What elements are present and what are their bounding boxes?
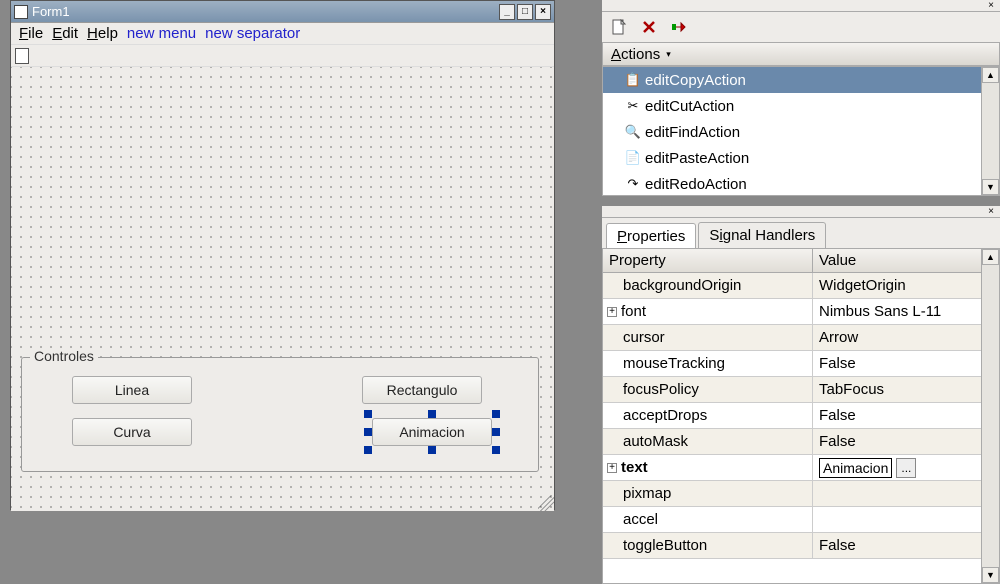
property-row[interactable]: toggleButton False bbox=[603, 533, 999, 559]
action-item[interactable]: 📄editPasteAction bbox=[603, 145, 999, 171]
property-name: focusPolicy bbox=[623, 381, 699, 398]
action-item[interactable]: ✂editCutAction bbox=[603, 93, 999, 119]
resize-grip[interactable] bbox=[538, 495, 554, 511]
expand-icon[interactable]: + bbox=[607, 307, 617, 317]
tab-signal-handlers[interactable]: Signal Handlers bbox=[698, 222, 826, 248]
scroll-down-button[interactable]: ▼ bbox=[982, 567, 999, 583]
property-name: font bbox=[621, 303, 646, 320]
minimize-button[interactable]: _ bbox=[499, 4, 515, 20]
property-value-input[interactable]: Animacion bbox=[819, 458, 892, 478]
property-value: False bbox=[819, 407, 856, 424]
new-separator-placeholder[interactable]: new separator bbox=[202, 25, 303, 42]
property-name: mouseTracking bbox=[623, 355, 725, 372]
scrollbar[interactable]: ▲ ▼ bbox=[981, 249, 999, 583]
form-canvas[interactable]: Controles Linea Curva Rectangulo Animaci… bbox=[11, 67, 554, 511]
maximize-button[interactable]: □ bbox=[517, 4, 533, 20]
action-label: editRedoAction bbox=[645, 176, 747, 193]
property-grid: Property Value backgroundOrigin WidgetOri… bbox=[602, 248, 1000, 584]
action-icon: 🔍 bbox=[625, 124, 641, 140]
props-panel-header: × bbox=[602, 206, 1000, 218]
property-value: False bbox=[819, 433, 856, 450]
close-icon[interactable]: × bbox=[986, 207, 996, 217]
window-icon bbox=[14, 5, 28, 19]
action-icon: ✂ bbox=[625, 98, 641, 114]
property-row[interactable]: pixmap bbox=[603, 481, 999, 507]
connect-action-icon[interactable] bbox=[670, 18, 688, 36]
property-name: backgroundOrigin bbox=[623, 277, 741, 294]
action-item[interactable]: 📋editCopyAction bbox=[603, 67, 999, 93]
property-value: False bbox=[819, 355, 856, 372]
actions-panel-header: × bbox=[602, 0, 1000, 12]
actions-list: 📋editCopyAction✂editCutAction🔍editFindAc… bbox=[602, 66, 1000, 196]
property-name: text bbox=[621, 459, 648, 476]
action-label: editFindAction bbox=[645, 124, 740, 141]
property-name: acceptDrops bbox=[623, 407, 707, 424]
property-name: toggleButton bbox=[623, 537, 707, 554]
window-title: Form1 bbox=[32, 4, 70, 19]
button-rectangulo[interactable]: Rectangulo bbox=[362, 376, 482, 404]
new-action-icon[interactable] bbox=[610, 18, 628, 36]
action-item[interactable]: 🔍editFindAction bbox=[603, 119, 999, 145]
property-row[interactable]: + font Nimbus Sans L-11 bbox=[603, 299, 999, 325]
property-name: pixmap bbox=[623, 485, 671, 502]
button-curva[interactable]: Curva bbox=[72, 418, 192, 446]
property-row[interactable]: acceptDrops False bbox=[603, 403, 999, 429]
property-tabs: Properties Signal Handlers bbox=[602, 218, 1000, 248]
actions-header[interactable]: Actions ▾ bbox=[602, 42, 1000, 66]
right-panel: × Actions ▾ 📋editCopyAction✂editCutActio… bbox=[602, 0, 1000, 584]
action-icon: 📄 bbox=[625, 150, 641, 166]
action-label: editCopyAction bbox=[645, 72, 746, 89]
ellipsis-button[interactable]: ... bbox=[896, 458, 916, 478]
scroll-up-button[interactable]: ▲ bbox=[982, 249, 999, 265]
menu-help[interactable]: Help bbox=[84, 25, 121, 42]
controls-groupbox[interactable]: Controles Linea Curva Rectangulo Animaci… bbox=[21, 357, 539, 472]
menubar: File Edit Help new menu new separator bbox=[11, 23, 554, 45]
property-name: cursor bbox=[623, 329, 665, 346]
action-label: editPasteAction bbox=[645, 150, 749, 167]
actions-toolbar bbox=[602, 12, 1000, 42]
property-value: TabFocus bbox=[819, 381, 884, 398]
property-value: False bbox=[819, 537, 856, 554]
new-menu-placeholder[interactable]: new menu bbox=[124, 25, 199, 42]
property-name: autoMask bbox=[623, 433, 688, 450]
form-designer-window: Form1 _ □ × File Edit Help new menu new … bbox=[10, 0, 555, 510]
scroll-up-button[interactable]: ▲ bbox=[982, 67, 999, 83]
property-name: accel bbox=[623, 511, 658, 528]
expand-icon[interactable]: + bbox=[607, 463, 617, 473]
close-icon[interactable]: × bbox=[986, 1, 996, 11]
property-value: Nimbus Sans L-11 bbox=[819, 303, 941, 320]
action-label: editCutAction bbox=[645, 98, 734, 115]
close-button[interactable]: × bbox=[535, 4, 551, 20]
new-page-icon[interactable] bbox=[15, 48, 29, 64]
chevron-down-icon: ▾ bbox=[666, 49, 671, 60]
groupbox-legend: Controles bbox=[30, 348, 98, 364]
button-linea[interactable]: Linea bbox=[72, 376, 192, 404]
property-value: WidgetOrigin bbox=[819, 277, 906, 294]
property-row[interactable]: autoMask False bbox=[603, 429, 999, 455]
panel-divider[interactable] bbox=[602, 196, 1000, 206]
menu-edit[interactable]: Edit bbox=[49, 25, 81, 42]
property-row[interactable]: cursor Arrow bbox=[603, 325, 999, 351]
property-row[interactable]: + text Animacion... bbox=[603, 455, 999, 481]
scroll-down-button[interactable]: ▼ bbox=[982, 179, 999, 195]
property-row[interactable]: focusPolicy TabFocus bbox=[603, 377, 999, 403]
header-property[interactable]: Property bbox=[603, 249, 813, 272]
header-value[interactable]: Value bbox=[813, 249, 999, 272]
property-row[interactable]: mouseTracking False bbox=[603, 351, 999, 377]
titlebar[interactable]: Form1 _ □ × bbox=[11, 1, 554, 23]
scrollbar[interactable]: ▲ ▼ bbox=[981, 67, 999, 195]
tab-properties[interactable]: Properties bbox=[606, 223, 696, 249]
delete-action-icon[interactable] bbox=[640, 18, 658, 36]
menu-file[interactable]: File bbox=[16, 25, 46, 42]
property-value: Arrow bbox=[819, 329, 858, 346]
button-animacion[interactable]: Animacion bbox=[372, 418, 492, 446]
action-icon: 📋 bbox=[625, 72, 641, 88]
action-icon: ↷ bbox=[625, 176, 641, 192]
property-row[interactable]: backgroundOrigin WidgetOrigin bbox=[603, 273, 999, 299]
property-grid-header: Property Value bbox=[603, 249, 999, 273]
action-item[interactable]: ↷editRedoAction bbox=[603, 171, 999, 196]
form-toolbar bbox=[11, 45, 554, 67]
property-row[interactable]: accel bbox=[603, 507, 999, 533]
